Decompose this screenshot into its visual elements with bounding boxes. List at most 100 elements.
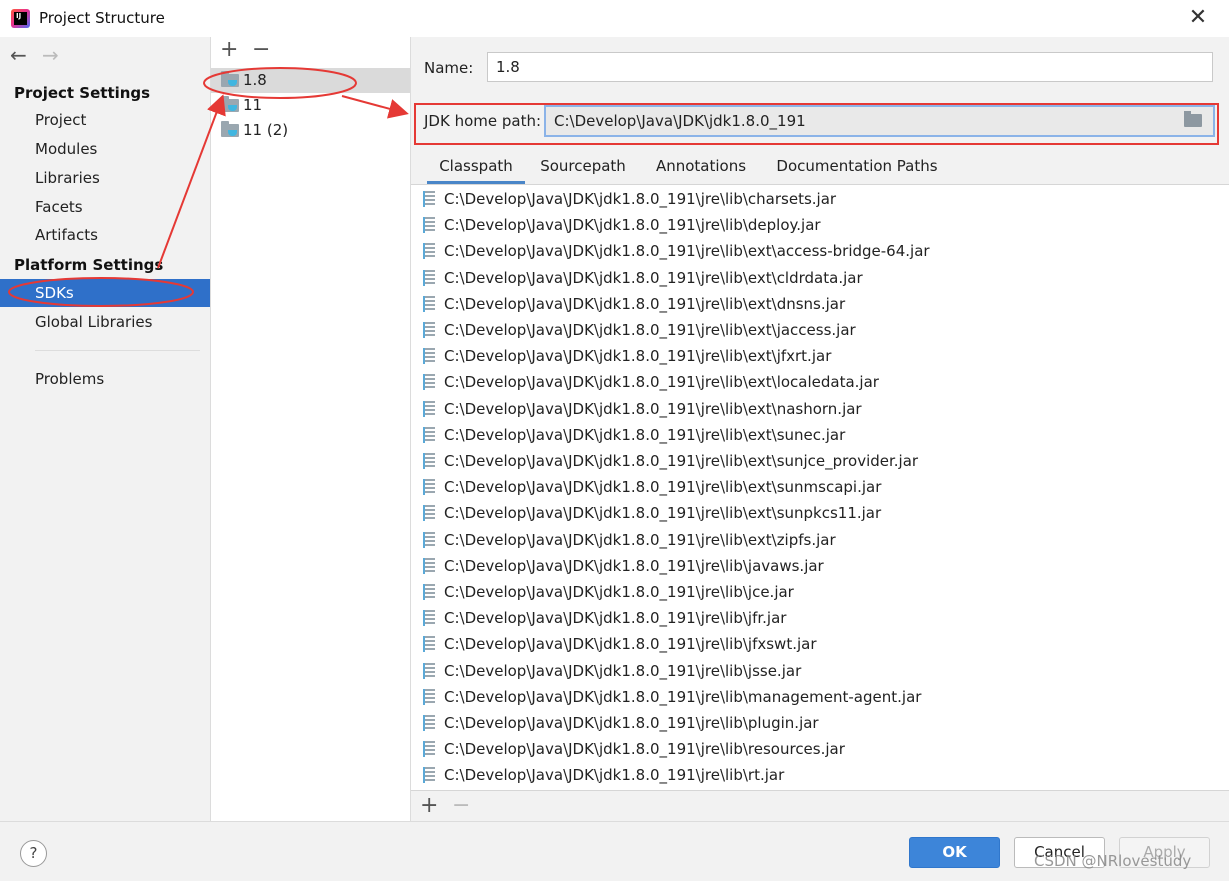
classpath-row[interactable]: C:\Develop\Java\JDK\jdk1.8.0_191\jre\lib… xyxy=(411,186,1229,212)
jdk-folder-icon xyxy=(221,71,239,87)
classpath-entry-text: C:\Develop\Java\JDK\jdk1.8.0_191\jre\lib… xyxy=(444,347,832,366)
classpath-row[interactable]: C:\Develop\Java\JDK\jdk1.8.0_191\jre\lib… xyxy=(411,710,1229,736)
add-sdk-button[interactable]: + xyxy=(220,38,238,62)
help-button[interactable]: ? xyxy=(20,840,47,867)
sdk-item-label: 1.8 xyxy=(243,71,267,89)
classpath-row[interactable]: C:\Develop\Java\JDK\jdk1.8.0_191\jre\lib… xyxy=(411,579,1229,605)
classpath-row[interactable]: C:\Develop\Java\JDK\jdk1.8.0_191\jre\lib… xyxy=(411,762,1229,788)
platform-settings-heading: Platform Settings xyxy=(14,256,164,274)
jar-file-icon xyxy=(423,688,435,705)
nav-item-problems[interactable]: Problems xyxy=(0,365,210,393)
jdk-home-path-field[interactable]: C:\Develop\Java\JDK\jdk1.8.0_191 xyxy=(544,105,1215,137)
classpath-entry-text: C:\Develop\Java\JDK\jdk1.8.0_191\jre\lib… xyxy=(444,687,922,706)
classpath-entry-text: C:\Develop\Java\JDK\jdk1.8.0_191\jre\lib… xyxy=(444,216,821,235)
classpath-entry-text: C:\Develop\Java\JDK\jdk1.8.0_191\jre\lib… xyxy=(444,609,787,628)
jar-file-icon xyxy=(423,191,435,207)
classpath-entry-text: C:\Develop\Java\JDK\jdk1.8.0_191\jre\lib… xyxy=(444,321,856,339)
jar-file-icon xyxy=(423,269,435,286)
tab-classpath[interactable]: Classpath xyxy=(427,152,525,184)
classpath-list[interactable]: C:\Develop\Java\JDK\jdk1.8.0_191\jre\lib… xyxy=(411,184,1229,791)
classpath-entry-text: C:\Develop\Java\JDK\jdk1.8.0_191\jre\lib… xyxy=(444,478,882,497)
tab-documentation-paths[interactable]: Documentation Paths xyxy=(773,152,941,184)
classpath-entry-text: C:\Develop\Java\JDK\jdk1.8.0_191\jre\lib… xyxy=(444,766,785,785)
sdk-item-11[interactable]: 11 xyxy=(211,93,410,118)
classpath-row[interactable]: C:\Develop\Java\JDK\jdk1.8.0_191\jre\lib… xyxy=(411,265,1229,291)
jdk-home-path-label: JDK home path: xyxy=(424,112,542,130)
sdk-item-label: 11 xyxy=(243,96,263,114)
jar-file-icon xyxy=(423,715,435,731)
classpath-entry-text: C:\Develop\Java\JDK\jdk1.8.0_191\jre\lib… xyxy=(444,583,794,601)
classpath-row[interactable]: C:\Develop\Java\JDK\jdk1.8.0_191\jre\lib… xyxy=(411,631,1229,657)
name-label: Name: xyxy=(424,59,474,77)
jar-file-icon xyxy=(423,531,435,548)
jar-file-icon xyxy=(423,453,435,469)
jar-file-icon xyxy=(423,322,435,338)
jar-file-icon xyxy=(423,610,435,627)
jar-file-icon xyxy=(423,741,435,758)
classpath-entry-text: C:\Develop\Java\JDK\jdk1.8.0_191\jre\lib… xyxy=(444,635,817,654)
add-classpath-button[interactable]: + xyxy=(420,794,438,818)
classpath-entry-text: C:\Develop\Java\JDK\jdk1.8.0_191\jre\lib… xyxy=(444,661,802,680)
intellij-app-icon: IJ xyxy=(11,9,30,28)
classpath-entry-text: C:\Develop\Java\JDK\jdk1.8.0_191\jre\lib… xyxy=(444,714,819,732)
classpath-toolbar: + − xyxy=(411,793,1229,821)
classpath-row[interactable]: C:\Develop\Java\JDK\jdk1.8.0_191\jre\lib… xyxy=(411,605,1229,631)
project-settings-heading: Project Settings xyxy=(14,84,151,102)
classpath-row[interactable]: C:\Develop\Java\JDK\jdk1.8.0_191\jre\lib… xyxy=(411,291,1229,317)
jar-file-icon xyxy=(423,243,435,260)
close-icon[interactable]: ✕ xyxy=(1186,6,1210,30)
classpath-row[interactable]: C:\Develop\Java\JDK\jdk1.8.0_191\jre\lib… xyxy=(411,212,1229,238)
sdk-name-field[interactable]: 1.8 xyxy=(487,52,1213,82)
tab-sourcepath[interactable]: Sourcepath xyxy=(535,152,631,184)
classpath-row[interactable]: C:\Develop\Java\JDK\jdk1.8.0_191\jre\lib… xyxy=(411,474,1229,500)
classpath-entry-text: C:\Develop\Java\JDK\jdk1.8.0_191\jre\lib… xyxy=(444,190,837,208)
nav-item-libraries[interactable]: Libraries xyxy=(0,164,210,192)
title-bar: IJ Project Structure ✕ xyxy=(0,0,1229,37)
classpath-row[interactable]: C:\Develop\Java\JDK\jdk1.8.0_191\jre\lib… xyxy=(411,396,1229,422)
classpath-row[interactable]: C:\Develop\Java\JDK\jdk1.8.0_191\jre\lib… xyxy=(411,553,1229,579)
forward-arrow-icon[interactable]: → xyxy=(42,43,59,67)
sdk-item-11-2[interactable]: 11 (2) xyxy=(211,118,410,143)
classpath-entry-text: C:\Develop\Java\JDK\jdk1.8.0_191\jre\lib… xyxy=(444,740,845,759)
jar-file-icon xyxy=(423,505,435,522)
classpath-row[interactable]: C:\Develop\Java\JDK\jdk1.8.0_191\jre\lib… xyxy=(411,448,1229,474)
remove-classpath-button[interactable]: − xyxy=(452,794,470,818)
sdk-item-1-8[interactable]: 1.8 xyxy=(211,68,410,93)
jar-file-icon xyxy=(423,400,435,417)
classpath-row[interactable]: C:\Develop\Java\JDK\jdk1.8.0_191\jre\lib… xyxy=(411,317,1229,343)
remove-sdk-button[interactable]: − xyxy=(252,38,270,62)
jar-file-icon xyxy=(423,295,435,312)
window-title: Project Structure xyxy=(39,9,165,27)
watermark: CSDN @NRlovestudy xyxy=(1034,852,1192,870)
classpath-row[interactable]: C:\Develop\Java\JDK\jdk1.8.0_191\jre\lib… xyxy=(411,343,1229,369)
classpath-row[interactable]: C:\Develop\Java\JDK\jdk1.8.0_191\jre\lib… xyxy=(411,684,1229,710)
jdk-folder-icon xyxy=(221,121,239,137)
nav-item-artifacts[interactable]: Artifacts xyxy=(0,221,210,249)
jar-file-icon xyxy=(423,584,435,600)
classpath-row[interactable]: C:\Develop\Java\JDK\jdk1.8.0_191\jre\lib… xyxy=(411,527,1229,553)
nav-item-facets[interactable]: Facets xyxy=(0,193,210,221)
classpath-entry-text: C:\Develop\Java\JDK\jdk1.8.0_191\jre\lib… xyxy=(444,425,846,444)
classpath-row[interactable]: C:\Develop\Java\JDK\jdk1.8.0_191\jre\lib… xyxy=(411,736,1229,762)
tab-annotations[interactable]: Annotations xyxy=(649,152,753,184)
jar-file-icon xyxy=(423,767,435,784)
classpath-entry-text: C:\Develop\Java\JDK\jdk1.8.0_191\jre\lib… xyxy=(444,452,919,470)
sdk-list-pane: + − 1.8 11 11 (2) xyxy=(211,37,411,821)
nav-item-project[interactable]: Project xyxy=(0,106,210,134)
browse-folder-icon[interactable] xyxy=(1184,111,1202,127)
classpath-row[interactable]: C:\Develop\Java\JDK\jdk1.8.0_191\jre\lib… xyxy=(411,238,1229,264)
nav-item-global-libraries[interactable]: Global Libraries xyxy=(0,308,210,336)
jar-file-icon xyxy=(423,662,435,679)
nav-item-modules[interactable]: Modules xyxy=(0,135,210,163)
jar-file-icon xyxy=(423,217,435,234)
classpath-row[interactable]: C:\Develop\Java\JDK\jdk1.8.0_191\jre\lib… xyxy=(411,500,1229,526)
sdk-list-toolbar: + − xyxy=(211,37,410,65)
ok-button[interactable]: OK xyxy=(909,837,1000,868)
jdk-folder-icon xyxy=(221,96,239,112)
classpath-row[interactable]: C:\Develop\Java\JDK\jdk1.8.0_191\jre\lib… xyxy=(411,422,1229,448)
classpath-row[interactable]: C:\Develop\Java\JDK\jdk1.8.0_191\jre\lib… xyxy=(411,369,1229,395)
nav-item-sdks[interactable]: SDKs xyxy=(0,279,210,307)
jar-file-icon xyxy=(423,374,435,391)
back-arrow-icon[interactable]: ← xyxy=(10,43,27,67)
classpath-row[interactable]: C:\Develop\Java\JDK\jdk1.8.0_191\jre\lib… xyxy=(411,658,1229,684)
